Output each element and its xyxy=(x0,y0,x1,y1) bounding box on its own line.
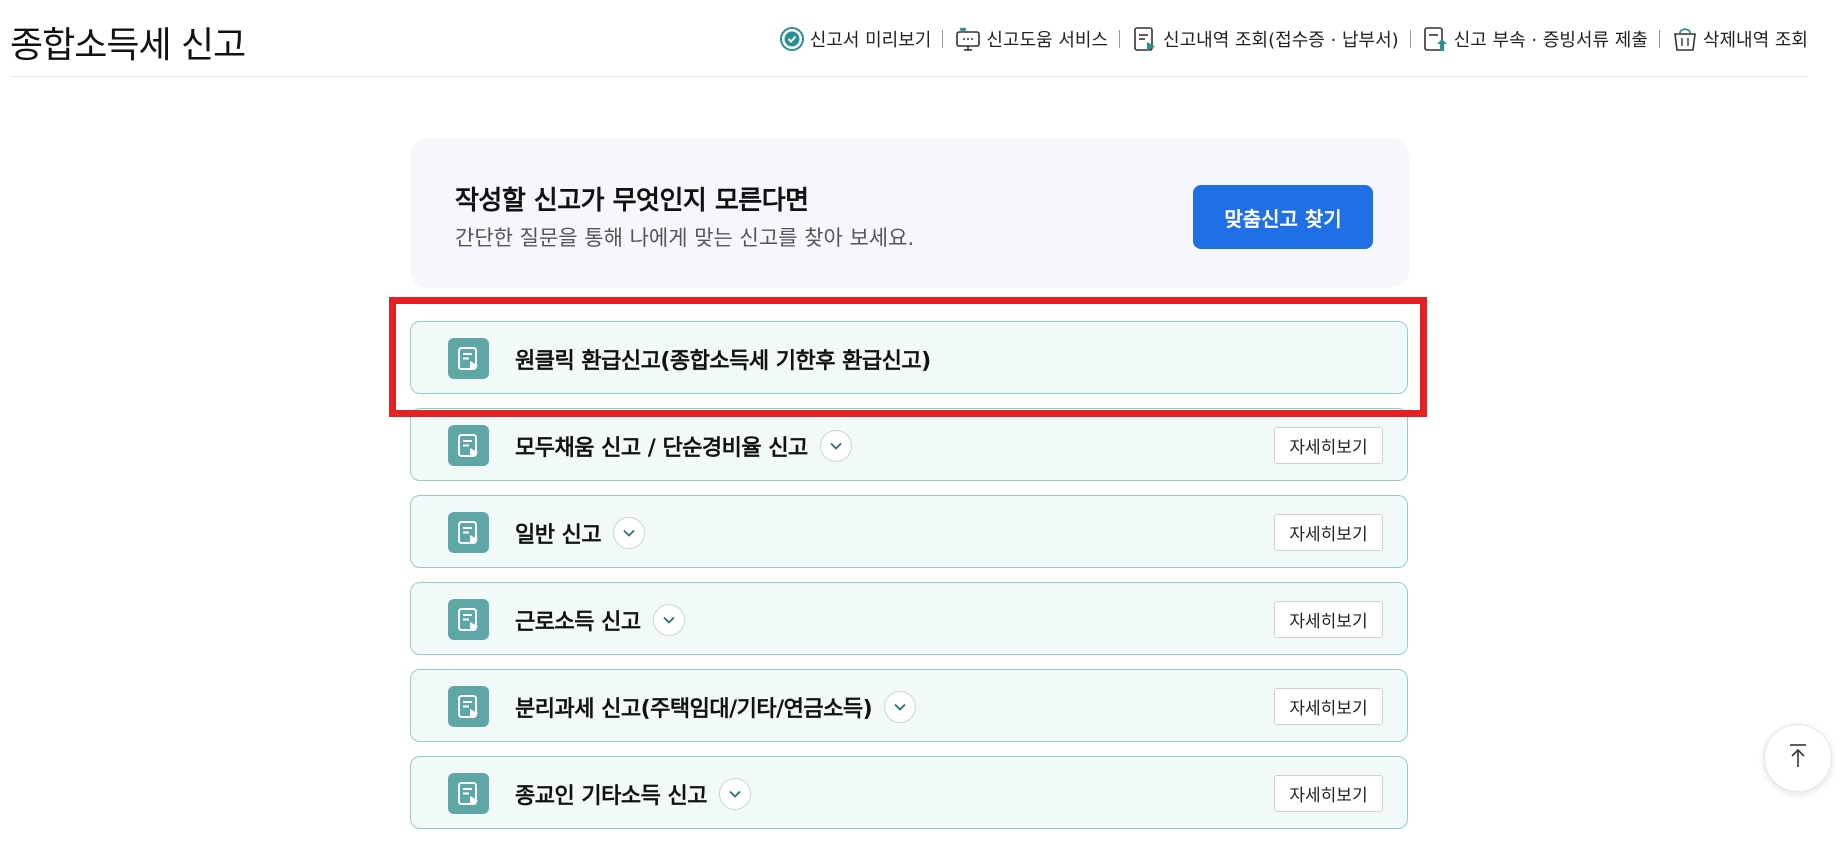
trash-basket-icon xyxy=(1671,25,1699,53)
scroll-to-top-button[interactable] xyxy=(1764,724,1832,792)
details-button[interactable]: 자세히보기 xyxy=(1274,688,1383,725)
quick-link-deleted[interactable]: 삭제내역 조회 xyxy=(1671,25,1808,53)
chevron-down-icon[interactable] xyxy=(884,690,917,723)
report-item-general[interactable]: 일반 신고 자세히보기 xyxy=(410,495,1408,568)
finder-subtitle: 간단한 질문을 통해 나에게 맞는 신고를 찾아 보세요. xyxy=(455,226,915,250)
custom-report-finder: 작성할 신고가 무엇인지 모른다면 간단한 질문을 통해 나에게 맞는 신고를 … xyxy=(410,138,1409,288)
quick-link-preview[interactable]: 신고서 미리보기 xyxy=(778,25,932,53)
finder-title: 작성할 신고가 무엇인지 모른다면 xyxy=(455,186,809,216)
details-button[interactable]: 자세히보기 xyxy=(1274,775,1383,812)
report-item-separate-taxation[interactable]: 분리과세 신고(주택임대/기타/연금소득) 자세히보기 xyxy=(410,669,1408,742)
divider xyxy=(1119,30,1121,48)
quick-link-help[interactable]: 신고도움 서비스 xyxy=(954,25,1108,53)
report-text: 일반 신고 xyxy=(515,496,646,569)
check-circle-icon xyxy=(778,25,806,53)
arrow-up-to-top-icon xyxy=(1787,743,1809,773)
quick-link-label: 신고내역 조회(접수증 · 납부서) xyxy=(1163,30,1399,51)
highlight-box xyxy=(389,297,1427,417)
details-button[interactable]: 자세히보기 xyxy=(1274,514,1383,551)
details-button[interactable]: 자세히보기 xyxy=(1274,601,1383,638)
help-monitor-icon xyxy=(954,25,982,53)
report-text: 근로소득 신고 xyxy=(515,583,685,656)
report-item-prefilled-simple[interactable]: 모두채움 신고 / 단순경비율 신고 자세히보기 xyxy=(410,408,1408,481)
report-document-icon xyxy=(448,773,489,814)
report-label: 근로소득 신고 xyxy=(515,609,641,635)
report-label: 일반 신고 xyxy=(515,522,602,548)
find-custom-report-button[interactable]: 맞춤신고 찾기 xyxy=(1193,185,1373,249)
document-upload-icon xyxy=(1422,25,1450,53)
report-label: 분리과세 신고(주택임대/기타/연금소득) xyxy=(515,696,873,722)
quick-link-label: 삭제내역 조회 xyxy=(1702,30,1808,51)
chevron-down-icon[interactable] xyxy=(613,516,646,549)
document-play-icon xyxy=(1131,25,1159,53)
divider xyxy=(1658,30,1660,48)
divider xyxy=(1409,30,1411,48)
report-label: 모두채움 신고 / 단순경비율 신고 xyxy=(515,435,808,461)
report-text: 모두채움 신고 / 단순경비율 신고 xyxy=(515,409,852,482)
report-text: 분리과세 신고(주택임대/기타/연금소득) xyxy=(515,670,917,743)
quick-link-attachments[interactable]: 신고 부속 · 증빙서류 제출 xyxy=(1422,25,1648,53)
quick-link-label: 신고 부속 · 증빙서류 제출 xyxy=(1453,30,1648,51)
chevron-down-icon[interactable] xyxy=(819,429,852,462)
page-title: 종합소득세 신고 xyxy=(10,25,246,66)
quick-link-history[interactable]: 신고내역 조회(접수증 · 납부서) xyxy=(1131,25,1399,53)
report-document-icon xyxy=(448,425,489,466)
quick-link-label: 신고도움 서비스 xyxy=(986,30,1109,51)
chevron-down-icon[interactable] xyxy=(718,777,751,810)
divider xyxy=(942,30,944,48)
report-label: 종교인 기타소득 신고 xyxy=(515,783,707,809)
report-item-earned-income[interactable]: 근로소득 신고 자세히보기 xyxy=(410,582,1408,655)
details-button[interactable]: 자세히보기 xyxy=(1274,427,1383,464)
report-document-icon xyxy=(448,686,489,727)
quick-link-label: 신고서 미리보기 xyxy=(809,30,932,51)
quick-links: 신고서 미리보기 신고도움 서비스 신고내역 조회(접수증 · 납부서) 신고 … xyxy=(778,24,1808,54)
page-header: 종합소득세 신고 신고서 미리보기 신고도움 서비스 신고내역 조회(접수증 ·… xyxy=(10,0,1808,77)
report-document-icon xyxy=(448,599,489,640)
report-item-religious-income[interactable]: 종교인 기타소득 신고 자세히보기 xyxy=(410,756,1408,829)
report-document-icon xyxy=(448,512,489,553)
chevron-down-icon[interactable] xyxy=(652,603,685,636)
report-text: 종교인 기타소득 신고 xyxy=(515,757,751,830)
